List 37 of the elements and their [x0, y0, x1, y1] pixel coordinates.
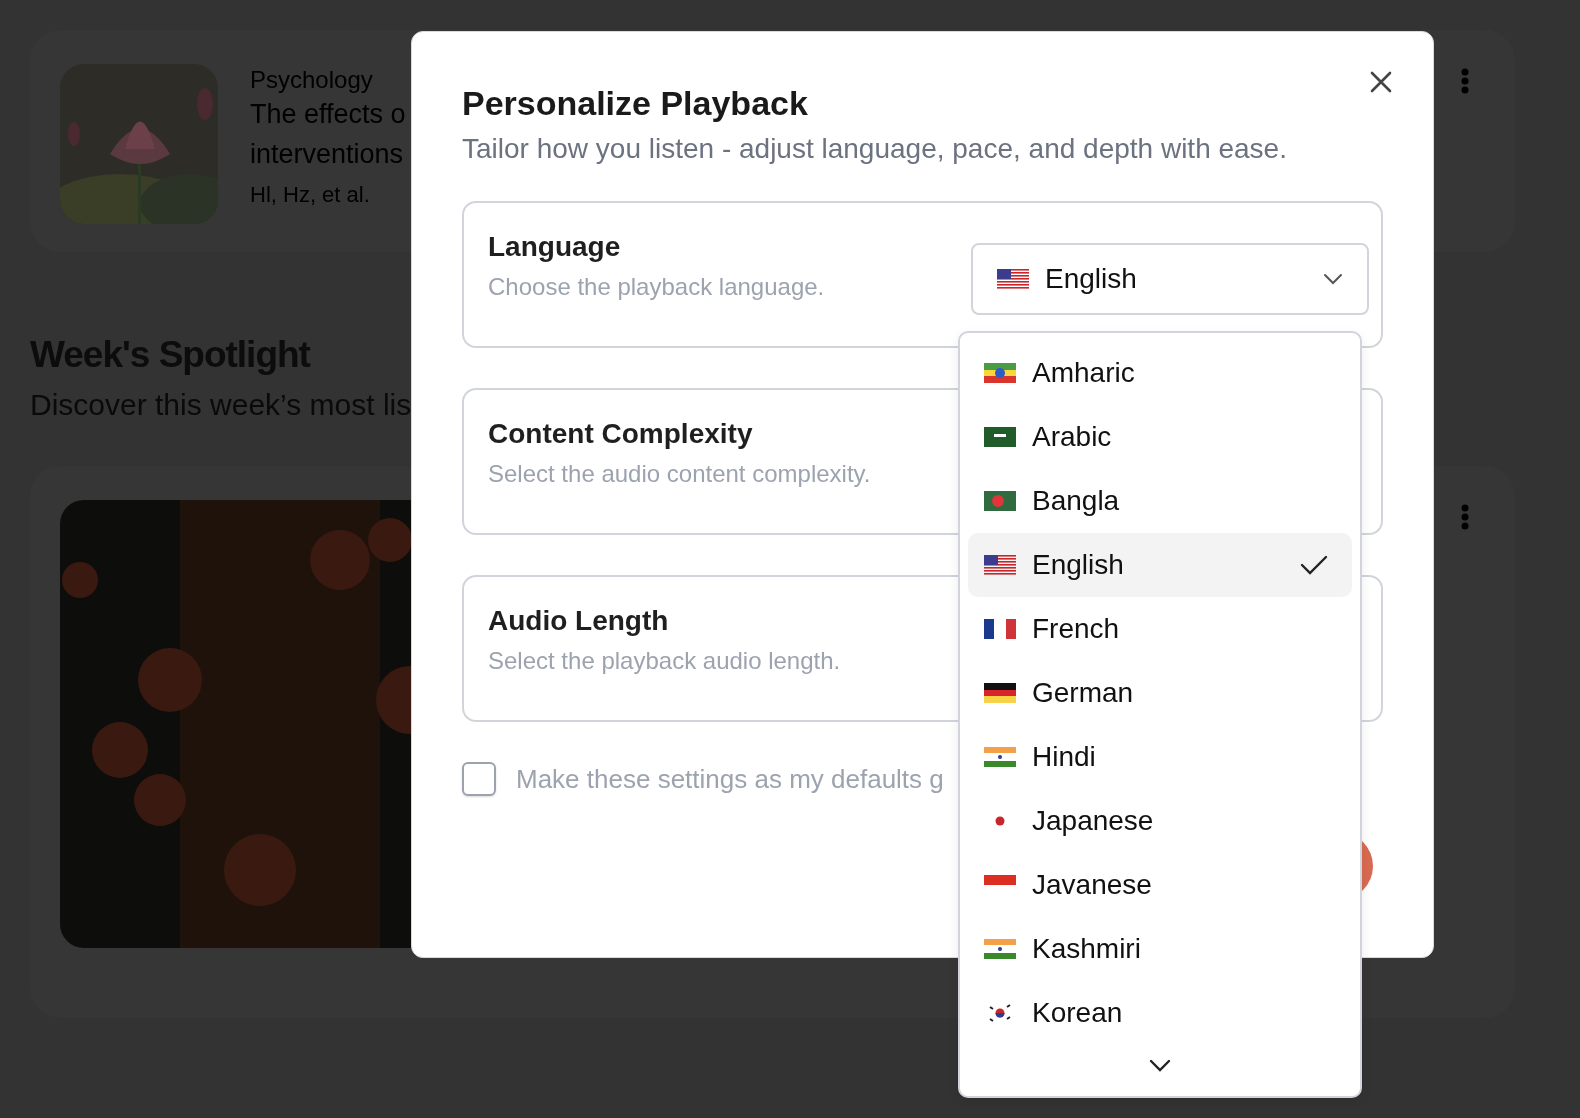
- flag-icon: [984, 555, 1016, 575]
- flag-icon: [984, 747, 1016, 767]
- more-icon[interactable]: [1461, 68, 1469, 94]
- setting-label: Language: [488, 231, 622, 263]
- language-option[interactable]: Amharic: [968, 341, 1352, 405]
- flag-icon: [984, 683, 1016, 703]
- flag-icon: [984, 939, 1016, 959]
- language-option[interactable]: Korean: [968, 981, 1352, 1045]
- flag-icon: [984, 619, 1016, 639]
- flag-icon: [997, 269, 1029, 289]
- chevron-down-icon[interactable]: [1149, 1059, 1171, 1072]
- language-option[interactable]: Javanese: [968, 853, 1352, 917]
- dialog-title: Personalize Playback: [462, 84, 809, 123]
- setting-label: Content Complexity: [488, 418, 754, 450]
- language-option[interactable]: French: [968, 597, 1352, 661]
- more-icon[interactable]: [1461, 504, 1469, 530]
- setting-description: Choose the playback language.: [488, 273, 825, 301]
- language-option[interactable]: English: [968, 533, 1352, 597]
- language-option[interactable]: Japanese: [968, 789, 1352, 853]
- checkbox-label: Make these settings as my defaults g: [516, 763, 944, 795]
- check-icon: [1300, 554, 1328, 576]
- setting-description: Select the playback audio length.: [488, 647, 841, 675]
- chevron-down-icon: [1323, 273, 1343, 285]
- dialog-subtitle: Tailor how you listen - adjust language, pace, and depth with ease.: [462, 133, 1288, 165]
- language-option[interactable]: Hindi: [968, 725, 1352, 789]
- language-option[interactable]: Kashmiri: [968, 917, 1352, 981]
- setting-label: Audio Length: [488, 605, 670, 637]
- language-select[interactable]: English: [971, 243, 1369, 315]
- language-option[interactable]: Bangla: [968, 469, 1352, 533]
- language-option[interactable]: German: [968, 661, 1352, 725]
- flag-icon: [984, 875, 1016, 885]
- flag-icon: [984, 363, 1016, 383]
- checkbox[interactable]: [462, 762, 496, 796]
- flag-icon: [984, 427, 1016, 447]
- setting-description: Select the audio content complexity.: [488, 460, 871, 488]
- language-option[interactable]: Arabic: [968, 405, 1352, 469]
- flag-icon: [984, 491, 1016, 511]
